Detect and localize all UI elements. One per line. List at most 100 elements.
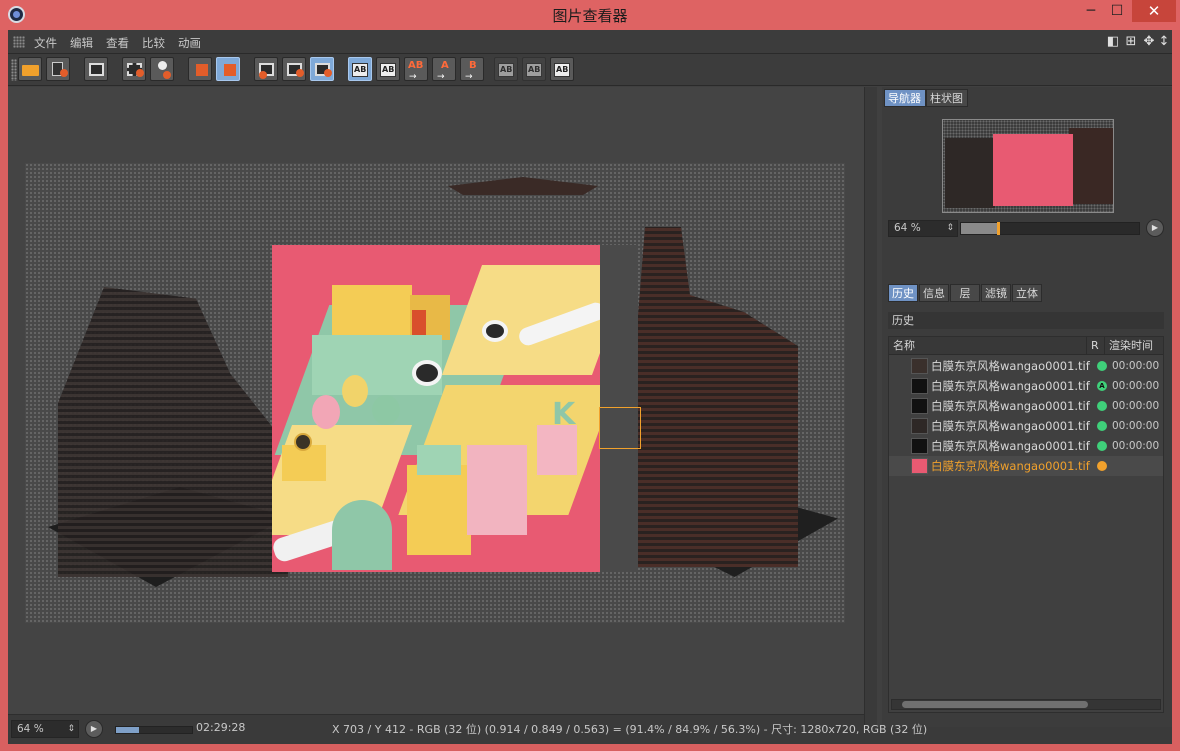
selection-marquee[interactable]: [599, 407, 641, 449]
history-row[interactable]: 白膜东京风格wangao0001.tif 00:00:00: [889, 356, 1163, 376]
history-header: 名称 R 渲染时间: [889, 337, 1163, 355]
slider-fill: [961, 223, 998, 234]
tab-filters[interactable]: 滤镜: [981, 284, 1011, 302]
k-sign-icon: K: [552, 397, 576, 432]
grid-view-icon[interactable]: [122, 57, 146, 81]
navigator-preview[interactable]: [942, 119, 1114, 213]
history-render-time: 00:00:00: [1112, 360, 1160, 372]
set-a-icon[interactable]: A →: [432, 57, 456, 82]
scrollbar-thumb[interactable]: [902, 701, 1088, 708]
ab-swap-icon[interactable]: AB →: [404, 57, 428, 82]
history-filename: 白膜东京风格wangao0001.tif: [931, 419, 1090, 433]
tab-layers[interactable]: 层: [950, 284, 980, 302]
tab-navigator[interactable]: 导航器: [884, 89, 926, 107]
layer-list-icon[interactable]: [216, 57, 240, 81]
render-thumbnail: [911, 418, 928, 434]
menu-bar: 文件 编辑 查看 比较 动画 ◧ ⊞ ✥ ↕: [8, 30, 1172, 54]
history-row[interactable]: 白膜东京风格wangao0001.tif 00:00:00: [889, 416, 1163, 436]
col-render-time[interactable]: 渲染时间: [1105, 337, 1163, 355]
menu-grip-icon: [13, 36, 25, 48]
maximize-button[interactable]: ☐: [1104, 0, 1130, 22]
status-green-icon: [1097, 421, 1107, 431]
progress-fill: [116, 727, 139, 733]
history-filename: 白膜东京风格wangao0001.tif: [931, 359, 1090, 373]
menu-edit[interactable]: 编辑: [70, 35, 93, 51]
save-icon[interactable]: [46, 57, 70, 81]
history-render-time: 00:00:00: [1112, 380, 1160, 392]
status-green-icon: [1097, 361, 1107, 371]
set-b-icon[interactable]: B →: [460, 57, 484, 82]
col-r[interactable]: R: [1087, 337, 1105, 355]
close-button[interactable]: ✕: [1132, 0, 1176, 22]
zoom-stepper-icon[interactable]: ⇕: [67, 721, 75, 737]
status-orange-icon: [1097, 461, 1107, 471]
tab-stereo[interactable]: 立体: [1012, 284, 1042, 302]
menu-compare[interactable]: 比较: [142, 35, 165, 51]
minimize-button[interactable]: ─: [1078, 0, 1104, 22]
menu-animation[interactable]: 动画: [178, 35, 201, 51]
side-panel: 导航器 柱状图 64 % ⇕ ▶ 历史 信息 层 滤镜 立体 历史 名称 R 渲: [882, 87, 1172, 727]
render-thumbnail: [911, 358, 928, 374]
status-bar: 64 % ⇕ ▶ 02:29:28 X 703 / Y 412 - RGB (3…: [8, 720, 1172, 744]
window-title: 图片查看器: [552, 7, 628, 25]
history-list: 名称 R 渲染时间 白膜东京风格wangao0001.tif 00:00:00 …: [888, 336, 1164, 713]
history-row[interactable]: 白膜东京风格wangao0001.tif A 00:00:00: [889, 376, 1163, 396]
slider-handle[interactable]: [997, 222, 1001, 235]
menu-file[interactable]: 文件: [34, 35, 57, 51]
resize-icon[interactable]: ↕: [1157, 34, 1171, 50]
status-zoom-field[interactable]: 64 % ⇕: [11, 720, 79, 738]
viewport-vertical-scrollbar[interactable]: [864, 87, 877, 727]
render-thumbnail: [911, 398, 928, 414]
render-thumbnail: [911, 458, 928, 474]
panel-layout-icon[interactable]: ◧: [1106, 34, 1120, 50]
user-icon[interactable]: [150, 57, 174, 81]
render-progress-bar: [115, 726, 193, 734]
export-sequence-icon[interactable]: [84, 57, 108, 81]
toolbar-grip-icon: [11, 59, 17, 81]
status-a-icon: A: [1097, 381, 1107, 391]
ab-compare-icon[interactable]: AB: [348, 57, 372, 81]
view-a-icon[interactable]: [254, 57, 278, 81]
title-bar: 图片查看器 ─ ☐ ✕: [0, 0, 1180, 30]
history-render-time: 00:00:00: [1112, 420, 1160, 432]
navigator-zoom-slider[interactable]: [960, 222, 1140, 235]
col-name[interactable]: 名称: [889, 337, 1087, 355]
menu-view[interactable]: 查看: [106, 35, 129, 51]
history-row-selected[interactable]: 白膜东京风格wangao0001.tif: [889, 456, 1163, 476]
copy-layer-icon[interactable]: [188, 57, 212, 81]
history-row[interactable]: 白膜东京风格wangao0001.tif 00:00:00: [889, 436, 1163, 456]
pixel-info: X 703 / Y 412 - RGB (32 位) (0.914 / 0.84…: [332, 723, 928, 736]
history-section-title: 历史: [888, 312, 1164, 329]
status-green-icon: [1097, 441, 1107, 451]
ab-split-icon[interactable]: AB: [376, 57, 400, 81]
ab-mode-1-icon[interactable]: AB: [494, 57, 518, 81]
tab-histogram[interactable]: 柱状图: [926, 89, 968, 107]
status-play-icon[interactable]: ▶: [85, 720, 103, 738]
history-render-time: 00:00:00: [1112, 400, 1160, 412]
move-icon[interactable]: ✥: [1142, 34, 1156, 50]
history-row[interactable]: 白膜东京风格wangao0001.tif 00:00:00: [889, 396, 1163, 416]
rendered-image: K: [272, 245, 638, 572]
render-thumbnail: [911, 378, 928, 394]
ab-mode-3-icon[interactable]: AB: [550, 57, 574, 81]
history-horizontal-scrollbar[interactable]: [891, 699, 1161, 710]
image-viewport[interactable]: K: [8, 87, 864, 714]
ab-mode-2-icon[interactable]: AB: [522, 57, 546, 81]
open-file-icon[interactable]: [18, 57, 42, 81]
toolbar: AB AB AB → A → B → AB AB AB: [8, 54, 1172, 86]
app-client: 文件 编辑 查看 比较 动画 ◧ ⊞ ✥ ↕ AB AB AB → A → B → A…: [8, 30, 1172, 744]
navigator-play-icon[interactable]: ▶: [1146, 219, 1164, 237]
view-b-icon[interactable]: [282, 57, 306, 81]
tab-info[interactable]: 信息: [919, 284, 949, 302]
tab-history[interactable]: 历史: [888, 284, 918, 302]
render-thumbnail: [911, 438, 928, 454]
navigator-zoom-field[interactable]: 64 % ⇕: [888, 220, 958, 237]
history-filename: 白膜东京风格wangao0001.tif: [931, 379, 1090, 393]
compare-view-icon[interactable]: [310, 57, 334, 81]
new-window-icon[interactable]: ⊞: [1124, 34, 1138, 50]
history-render-time: 00:00:00: [1112, 440, 1160, 452]
status-green-icon: [1097, 401, 1107, 411]
zoom-stepper-icon[interactable]: ⇕: [946, 221, 954, 236]
history-filename: 白膜东京风格wangao0001.tif: [931, 439, 1090, 453]
history-filename: 白膜东京风格wangao0001.tif: [931, 399, 1090, 413]
